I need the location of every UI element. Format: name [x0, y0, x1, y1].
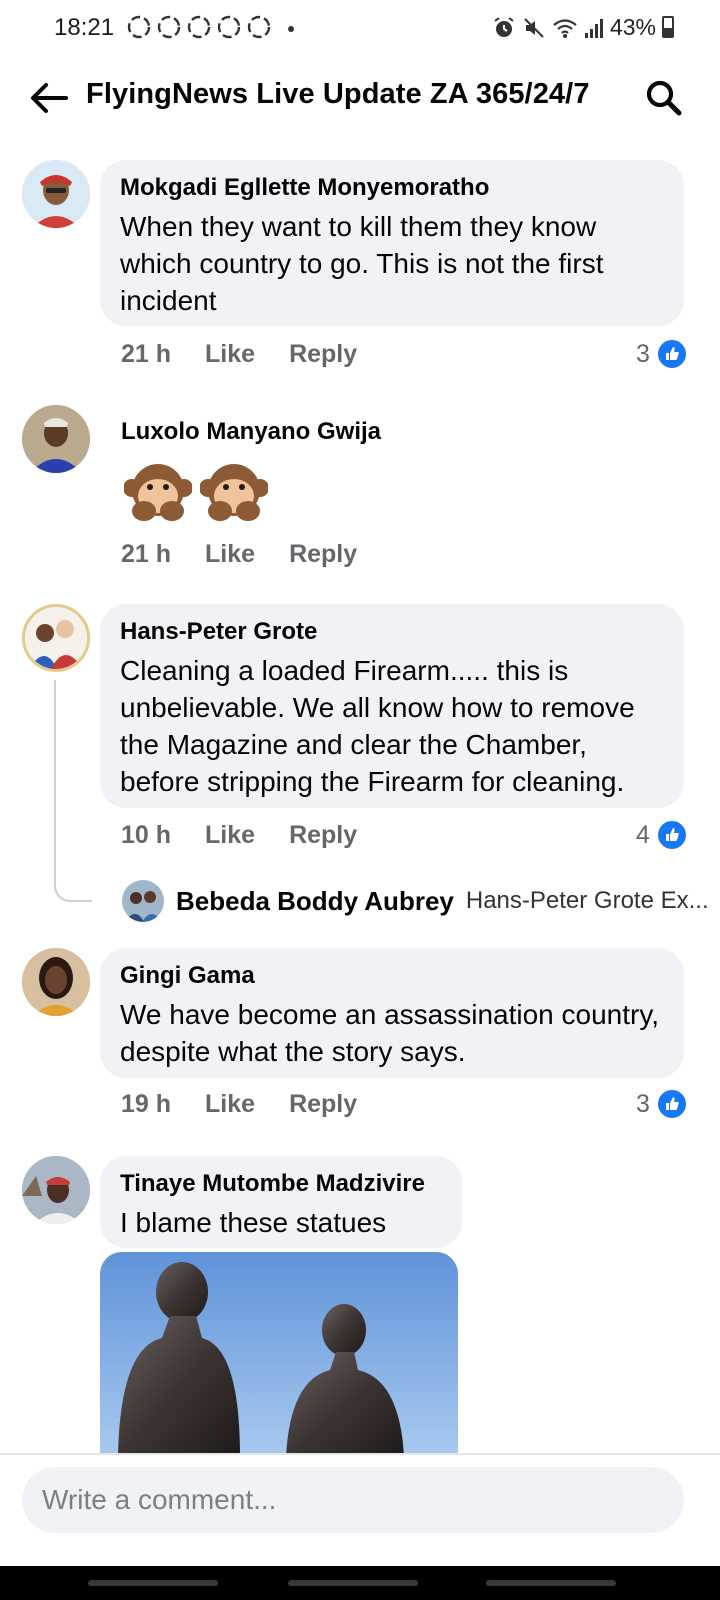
reply-preview-text: Hans-Peter Grote Ex... [465, 887, 709, 914]
notification-icons [126, 14, 272, 40]
back-arrow-icon[interactable] [28, 78, 70, 118]
comment-text: We have become an assassination country,… [120, 999, 660, 1067]
comment-composer [0, 1453, 720, 1567]
search-icon[interactable] [644, 78, 684, 118]
recycle-notification-icon [246, 14, 272, 40]
battery-percentage: 43% [609, 14, 656, 40]
comment-time[interactable]: 10 h [121, 821, 171, 850]
comment-time[interactable]: 21 h [121, 540, 171, 569]
signal-icon [584, 18, 603, 38]
status-bar: 18:21 43% [0, 0, 720, 56]
comment-actions: 19 h Like Reply [121, 1090, 357, 1119]
speak-no-evil-monkey-icon [124, 464, 192, 521]
thumbs-up-icon [655, 1088, 688, 1120]
recycle-notification-icon [126, 14, 152, 40]
page-title: FlyingNews Live Update ZA 365/24/7 [86, 78, 590, 110]
comment-author[interactable]: Hans-Peter Grote [120, 618, 664, 646]
more-notifications-dot [288, 26, 294, 32]
recycle-notification-icon [156, 14, 182, 40]
reaction-count[interactable]: 3 [636, 338, 688, 370]
home-button[interactable] [288, 1580, 418, 1586]
reaction-count[interactable]: 3 [636, 1088, 688, 1120]
recycle-notification-icon [216, 14, 242, 40]
comment-bubble[interactable]: Tinaye Mutombe Madzivire I blame these s… [100, 1156, 462, 1248]
avatar[interactable] [22, 1156, 90, 1224]
comment-time[interactable]: 19 h [121, 1090, 171, 1119]
comment-bubble[interactable]: Mokgadi Egllette Monyemoratho When they … [100, 160, 684, 326]
statues-photo[interactable] [100, 1252, 458, 1457]
comment-author[interactable]: Luxolo Manyano Gwija [121, 418, 381, 446]
comment-text: I blame these statues [120, 1207, 387, 1238]
reply-button[interactable]: Reply [289, 1090, 357, 1119]
reply-preview[interactable]: Bebeda Boddy Aubrey Hans-Peter Grote Ex.… [122, 880, 709, 922]
emoji-comment [124, 456, 268, 526]
comment-actions: 10 h Like Reply [121, 821, 357, 850]
reply-author[interactable]: Bebeda Boddy Aubrey [176, 886, 454, 917]
system-navigation-bar [0, 1566, 720, 1600]
like-button[interactable]: Like [205, 821, 255, 850]
reply-button[interactable]: Reply [289, 821, 357, 850]
speak-no-evil-monkey-icon [200, 464, 268, 521]
reaction-count-value: 4 [636, 820, 650, 849]
avatar[interactable] [22, 405, 90, 473]
comment-bubble[interactable]: Gingi Gama We have become an assassinati… [100, 948, 684, 1078]
reaction-count-value: 3 [636, 339, 650, 368]
avatar[interactable] [22, 604, 90, 672]
battery-icon [662, 16, 674, 38]
comment-actions: 21 h Like Reply [121, 340, 357, 369]
mute-icon [524, 17, 544, 38]
comment-bubble[interactable]: Hans-Peter Grote Cleaning a loaded Firea… [100, 604, 684, 808]
system-icons: 43% [492, 14, 656, 41]
comment-text: Cleaning a loaded Firearm..... this is u… [120, 655, 635, 797]
back-button[interactable] [486, 1580, 616, 1586]
thumbs-up-icon [655, 338, 688, 370]
like-button[interactable]: Like [205, 1090, 255, 1119]
avatar[interactable] [22, 160, 90, 228]
reaction-count[interactable]: 4 [636, 819, 688, 851]
comment-text: When they want to kill them they know wh… [120, 211, 604, 316]
comment-time[interactable]: 21 h [121, 340, 171, 369]
comment-input[interactable] [22, 1467, 684, 1533]
reply-button[interactable]: Reply [289, 340, 357, 369]
avatar[interactable] [122, 880, 164, 922]
like-button[interactable]: Like [205, 540, 255, 569]
post-header: FlyingNews Live Update ZA 365/24/7 [0, 68, 720, 128]
status-time: 18:21 [54, 14, 115, 41]
alarm-icon [494, 16, 514, 37]
reply-button[interactable]: Reply [289, 540, 357, 569]
avatar[interactable] [22, 948, 90, 1016]
wifi-icon [553, 18, 577, 38]
comment-author[interactable]: Gingi Gama [120, 962, 664, 990]
thumbs-up-icon [655, 819, 688, 851]
comment-author[interactable]: Tinaye Mutombe Madzivire [120, 1170, 442, 1198]
comment-actions: 21 h Like Reply [121, 540, 357, 569]
reply-thread-line [54, 680, 92, 902]
like-button[interactable]: Like [205, 340, 255, 369]
comment-author[interactable]: Mokgadi Egllette Monyemoratho [120, 174, 664, 202]
recent-apps-button[interactable] [88, 1580, 218, 1586]
recycle-notification-icon [186, 14, 212, 40]
reaction-count-value: 3 [636, 1089, 650, 1118]
